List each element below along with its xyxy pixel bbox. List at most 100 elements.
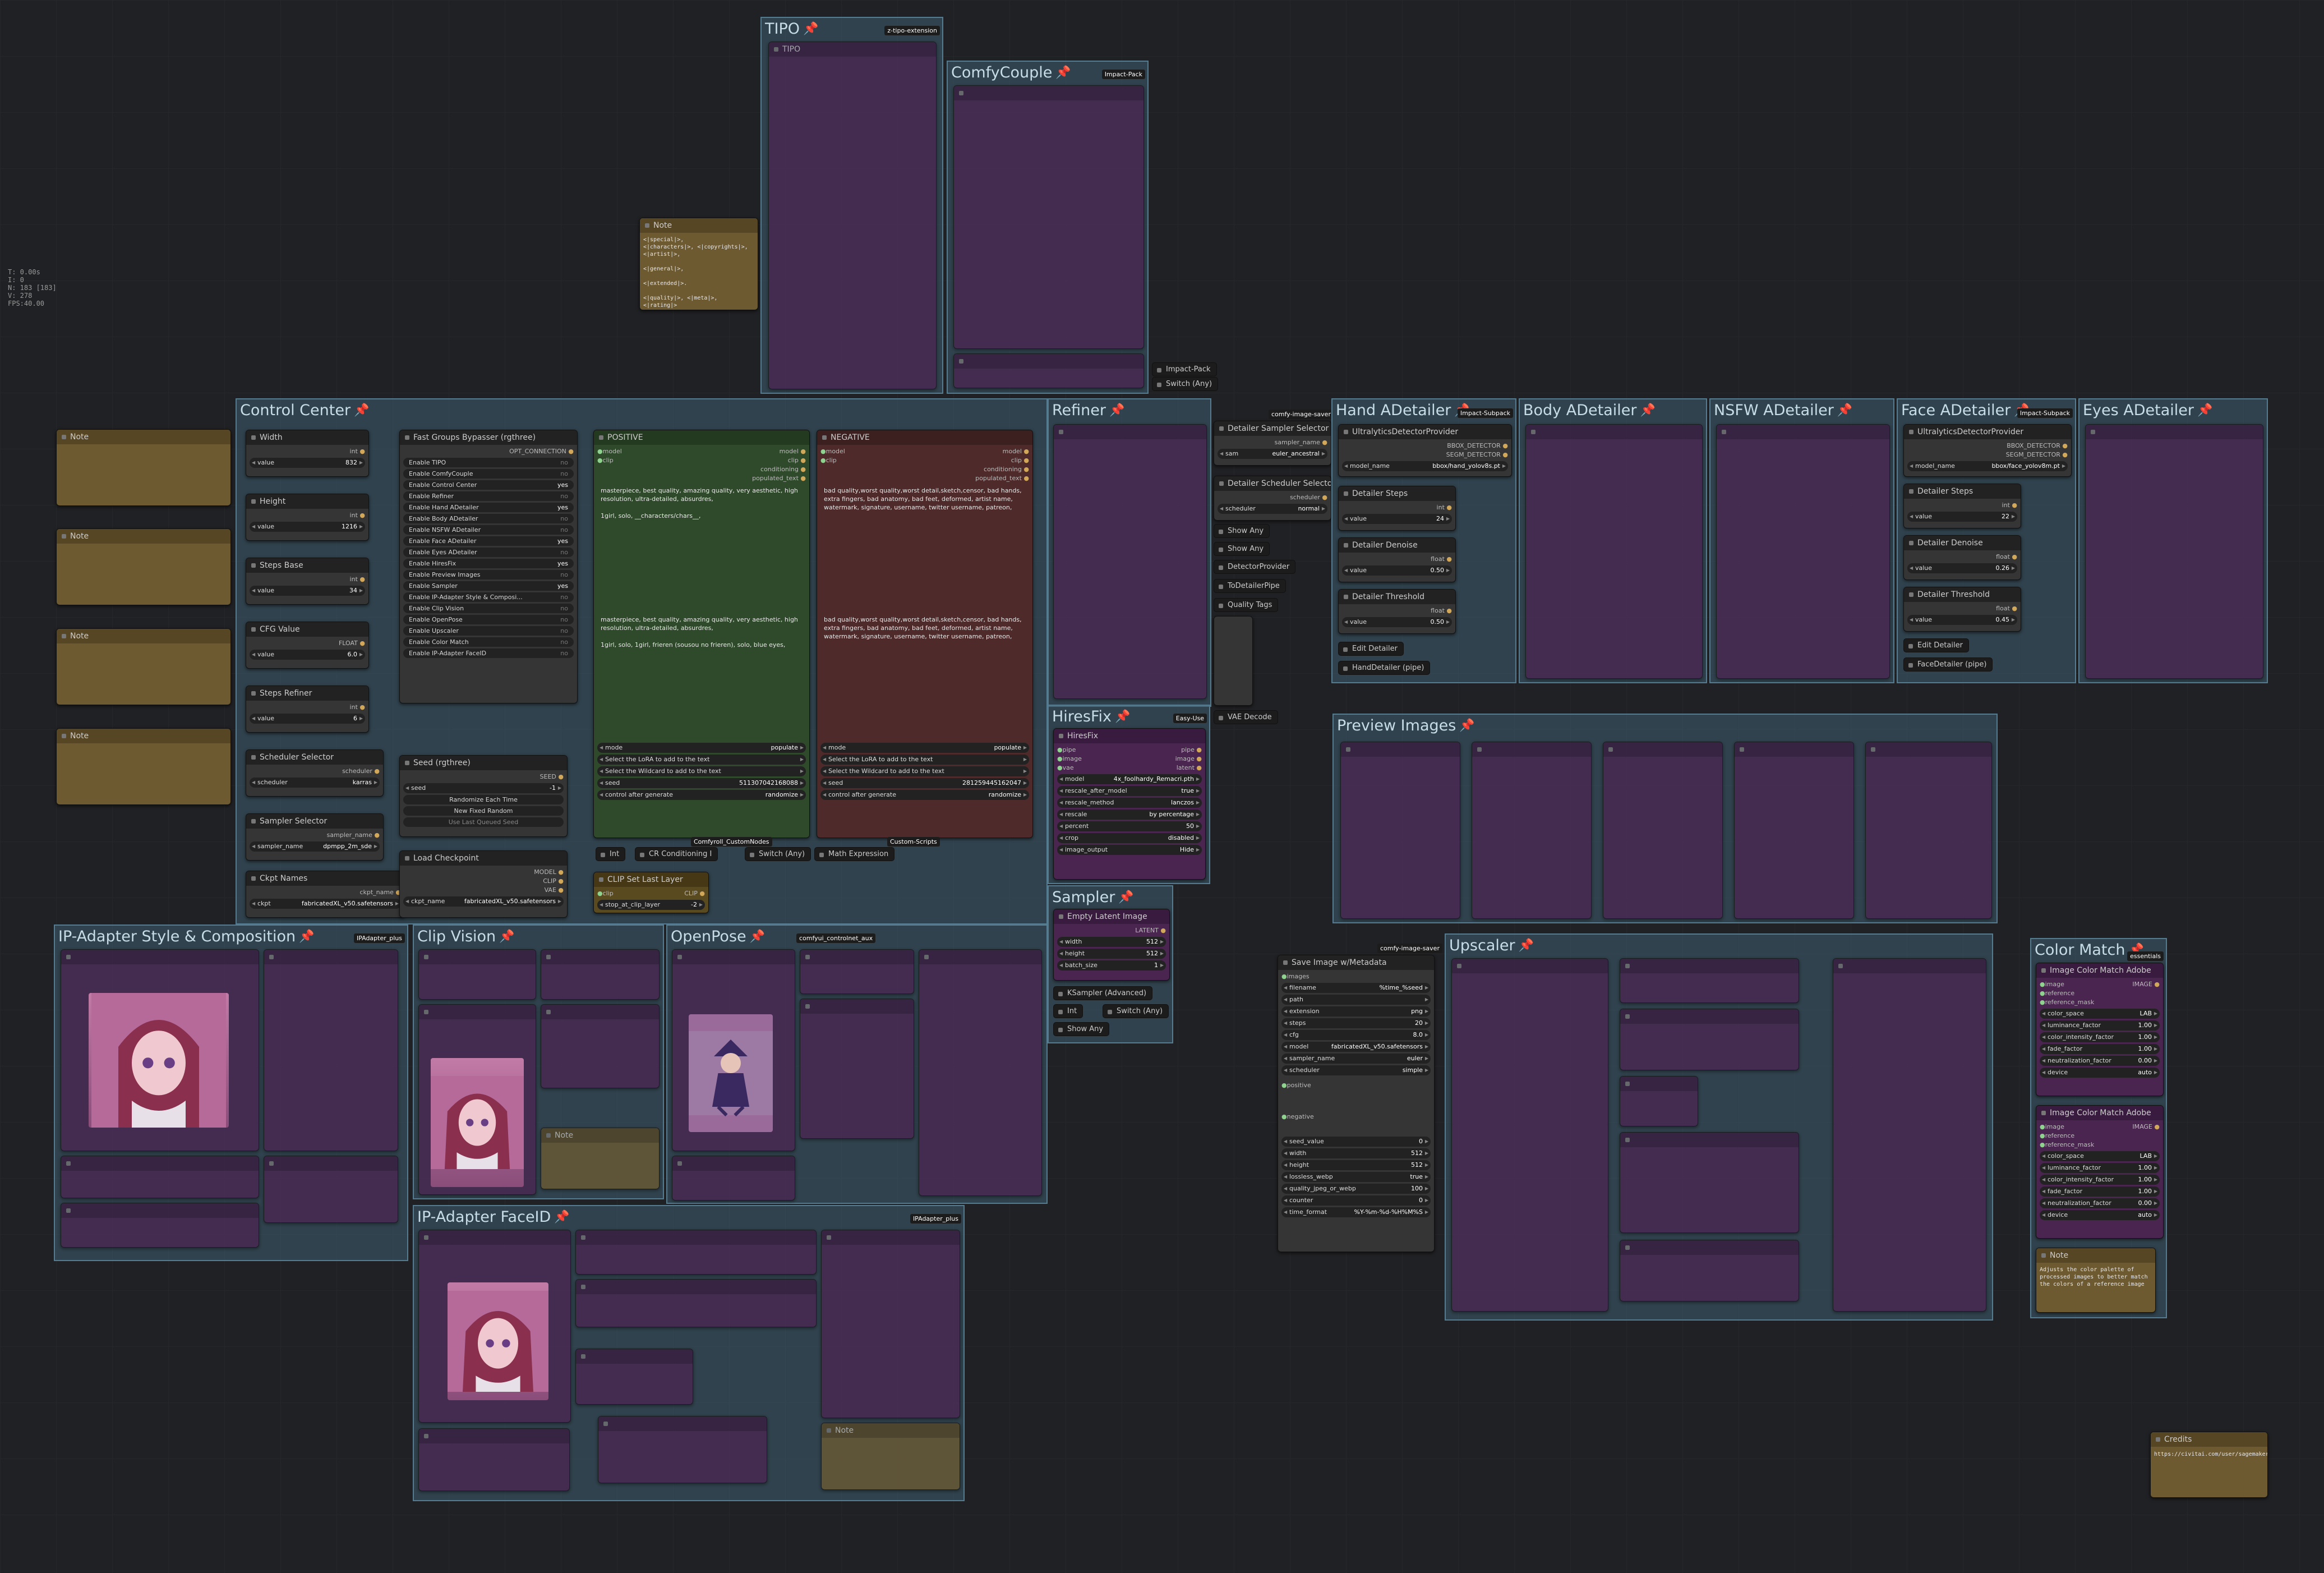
ckpt-widget[interactable]: ckptfabricatedXL_v50.safetensors: [250, 899, 401, 909]
steps-refiner-node[interactable]: Steps Refinerintvalue6: [246, 686, 369, 733]
preview-image-node[interactable]: [1472, 742, 1592, 919]
group-clip-vision[interactable]: Clip Vision 📌 Note: [413, 925, 664, 1199]
group-ipadapter-faceid[interactable]: IP-Adapter FaceID 📌 IPAdapter_plus Note: [413, 1205, 965, 1501]
lora-widget[interactable]: Select the LoRA to add to the text: [820, 755, 1029, 765]
preview-image-node[interactable]: [1865, 742, 1992, 919]
refiner-node[interactable]: [1053, 424, 1207, 699]
group-toggle[interactable]: Enable Clip Vision no: [403, 604, 574, 613]
group-toggle[interactable]: Enable IP-Adapter FaceID no: [403, 648, 574, 658]
couple-node[interactable]: [953, 353, 1144, 388]
save-widget[interactable]: cfg8.0: [1281, 1030, 1431, 1040]
group-toggle[interactable]: Enable TIPO no: [403, 458, 574, 467]
hiresfix-widget[interactable]: percent50: [1057, 821, 1202, 831]
group-openpose[interactable]: OpenPose 📌 comfyui_controlnet_aux: [666, 925, 1048, 1204]
group-toggle[interactable]: Enable Face ADetailer yes: [403, 536, 574, 546]
unclip-conditioning-node[interactable]: [541, 1004, 660, 1088]
detailer-scheduler-widget[interactable]: schedulernormal: [1218, 504, 1327, 514]
group-hand-adetailer[interactable]: Hand ADetailer📌 Impact-Subpack Ultralyti…: [1331, 398, 1516, 683]
pin-icon[interactable]: 📌: [554, 1206, 569, 1229]
prep-image-node[interactable]: [264, 1156, 398, 1223]
detailer-threshold-node[interactable]: Detailer Thresholdfloatvalue0.50: [1338, 589, 1456, 634]
hiresfix-widget[interactable]: rescaleby percentage: [1057, 810, 1202, 820]
controlnet-apply-node[interactable]: [800, 999, 914, 1139]
color-match-widget[interactable]: deviceauto: [2040, 1210, 2160, 1220]
pin-icon[interactable]: 📌: [1459, 715, 1474, 737]
preprocessor-node[interactable]: [800, 949, 914, 994]
height-value-widget[interactable]: value1216: [250, 522, 365, 532]
ckpt-name-widget[interactable]: ckpt_namefabricatedXL_v50.safetensors: [403, 896, 564, 907]
preview-image-node[interactable]: [1734, 742, 1854, 919]
ipadapter-model-node[interactable]: [61, 1203, 259, 1248]
upscale-by-node[interactable]: [1620, 1076, 1698, 1126]
credits-node[interactable]: Credits https://civitai.com/user/sagemake…: [2150, 1432, 2268, 1498]
prep-image-node[interactable]: [598, 1416, 767, 1483]
load-upscale-model-node[interactable]: [1620, 1009, 1799, 1070]
group-toggle[interactable]: Enable IP-Adapter Style & Composi... no: [403, 592, 574, 602]
new-fixed-random-button[interactable]: New Fixed Random: [403, 806, 564, 816]
seed-widget[interactable]: seed511307042168088: [597, 778, 806, 788]
vae-decode-node[interactable]: VAE Decode: [1214, 710, 1278, 724]
save-image-metadata-node[interactable]: Save Image w/Metadata images filename%ti…: [1278, 955, 1435, 1252]
switch-any-node[interactable]: Switch (Any): [1103, 1004, 1169, 1018]
note-node[interactable]: Note: [56, 628, 231, 705]
group-toggle[interactable]: Enable Color Match no: [403, 637, 574, 647]
negative-prompt-node[interactable]: NEGATIVE modelmodelclipclipconditioningp…: [817, 430, 1033, 838]
group-ipadapter-style[interactable]: IP-Adapter Style & Composition 📌 IPAdapte…: [54, 925, 408, 1261]
positive-text-1[interactable]: masterpiece, best quality, amazing quali…: [597, 483, 806, 612]
save-widget[interactable]: time_format%Y-%m-%d-%H%M%S: [1281, 1207, 1431, 1217]
detailer-sampler-widget[interactable]: sameuler_ancestral: [1218, 449, 1327, 459]
pin-icon[interactable]: 📌: [1109, 399, 1124, 422]
group-nsfw-adetailer[interactable]: NSFW ADetailer 📌: [1709, 398, 1894, 683]
denoise-widget[interactable]: value0.50: [1342, 565, 1452, 576]
pin-icon[interactable]: 📌: [354, 399, 369, 422]
steps-widget[interactable]: value24: [1342, 514, 1452, 524]
pin-icon[interactable]: 📌: [299, 926, 314, 948]
save-widget[interactable]: lossless_webptrue: [1281, 1172, 1431, 1182]
color-match-widget[interactable]: luminance_factor1.00: [2040, 1020, 2160, 1031]
cfg-node[interactable]: CFG ValueFLOATvalue6.0: [246, 622, 369, 669]
wildcard-node[interactable]: [953, 85, 1144, 349]
hiresfix-widget[interactable]: rescale_methodlanczos: [1057, 798, 1202, 808]
group-toggle[interactable]: Enable Control Center yes: [403, 480, 574, 490]
color-match-widget[interactable]: fade_factor1.00: [2040, 1044, 2160, 1054]
clip-vision-loader-node[interactable]: [575, 1230, 817, 1275]
width-node[interactable]: Easy-UseWidthintvalue832: [246, 430, 369, 477]
lora-loader-node[interactable]: [418, 1428, 570, 1491]
detailer-sampler-selector-node[interactable]: Detailer Sampler Selectorsampler_namesam…: [1214, 421, 1331, 466]
color-match-widget[interactable]: neutralization_factor0.00: [2040, 1198, 2160, 1208]
clip-vision-loader-node[interactable]: [61, 1156, 259, 1198]
save-widget[interactable]: height512: [1281, 1160, 1431, 1170]
ultralytics-detector-node[interactable]: UltralyticsDetectorProvider BBOX_DETECTOR…: [1903, 424, 2072, 477]
latent-widget[interactable]: batch_size1: [1057, 960, 1166, 971]
group-sampler[interactable]: Sampler📌 Empty Latent ImageLATENTwidth51…: [1048, 885, 1173, 1043]
steps-refiner-widget[interactable]: value6: [250, 714, 365, 724]
group-preview-images[interactable]: Preview Images 📌: [1332, 714, 1998, 923]
mode-widget[interactable]: modepopulate: [597, 743, 806, 753]
group-toggle[interactable]: Enable Preview Images no: [403, 570, 574, 579]
ksampler-advanced-node[interactable]: KSampler (Advanced): [1053, 986, 1153, 1000]
tiled-diffusion-node[interactable]: [1620, 1132, 1799, 1233]
ckpt-names-node[interactable]: Ckpt Namesckpt_nameckptfabricatedXL_v50.…: [246, 871, 405, 918]
stop-at-clip-layer-widget[interactable]: stop_at_clip_layer-2: [597, 900, 705, 910]
group-body-adetailer[interactable]: Body ADetailer 📌: [1519, 398, 1707, 683]
detailer-denoise-node[interactable]: Detailer Denoisefloatvalue0.26: [1903, 535, 2021, 580]
detector-provider-node[interactable]: DetectorProvider: [1214, 560, 1296, 574]
negative-text-2[interactable]: bad quality,worst quality,worst detail,s…: [820, 612, 1029, 741]
pin-icon[interactable]: 📌: [1115, 706, 1130, 728]
positive-text-2[interactable]: masterpiece, best quality, amazing quali…: [597, 612, 806, 741]
save-widget[interactable]: sampler_nameeuler: [1281, 1054, 1431, 1064]
wildcard-widget[interactable]: Select the Wildcard to add to the text: [820, 766, 1029, 776]
nsfw-adetailer-node[interactable]: [1716, 424, 1890, 679]
control-after-generate-widget[interactable]: control after generaterandomize: [597, 790, 806, 800]
group-refiner[interactable]: Refiner 📌: [1048, 398, 1211, 707]
group-eyes-adetailer[interactable]: Eyes ADetailer 📌: [2078, 398, 2268, 683]
switch-any-node[interactable]: Switch (Any): [745, 847, 811, 861]
color-match-widget[interactable]: fade_factor1.00: [2040, 1186, 2160, 1197]
pin-icon[interactable]: 📌: [1837, 399, 1852, 422]
denoise-widget[interactable]: value0.26: [1907, 563, 2017, 573]
group-tipo[interactable]: TIPO 📌 z-tipo-extension TIPO: [760, 17, 943, 394]
color-match-note-node[interactable]: Note Adjusts the color palette of process…: [2036, 1248, 2156, 1313]
group-toggle[interactable]: Enable Body ADetailer no: [403, 514, 574, 523]
preview-image-node[interactable]: [1340, 742, 1460, 919]
save-widget[interactable]: seed_value0: [1281, 1137, 1431, 1147]
